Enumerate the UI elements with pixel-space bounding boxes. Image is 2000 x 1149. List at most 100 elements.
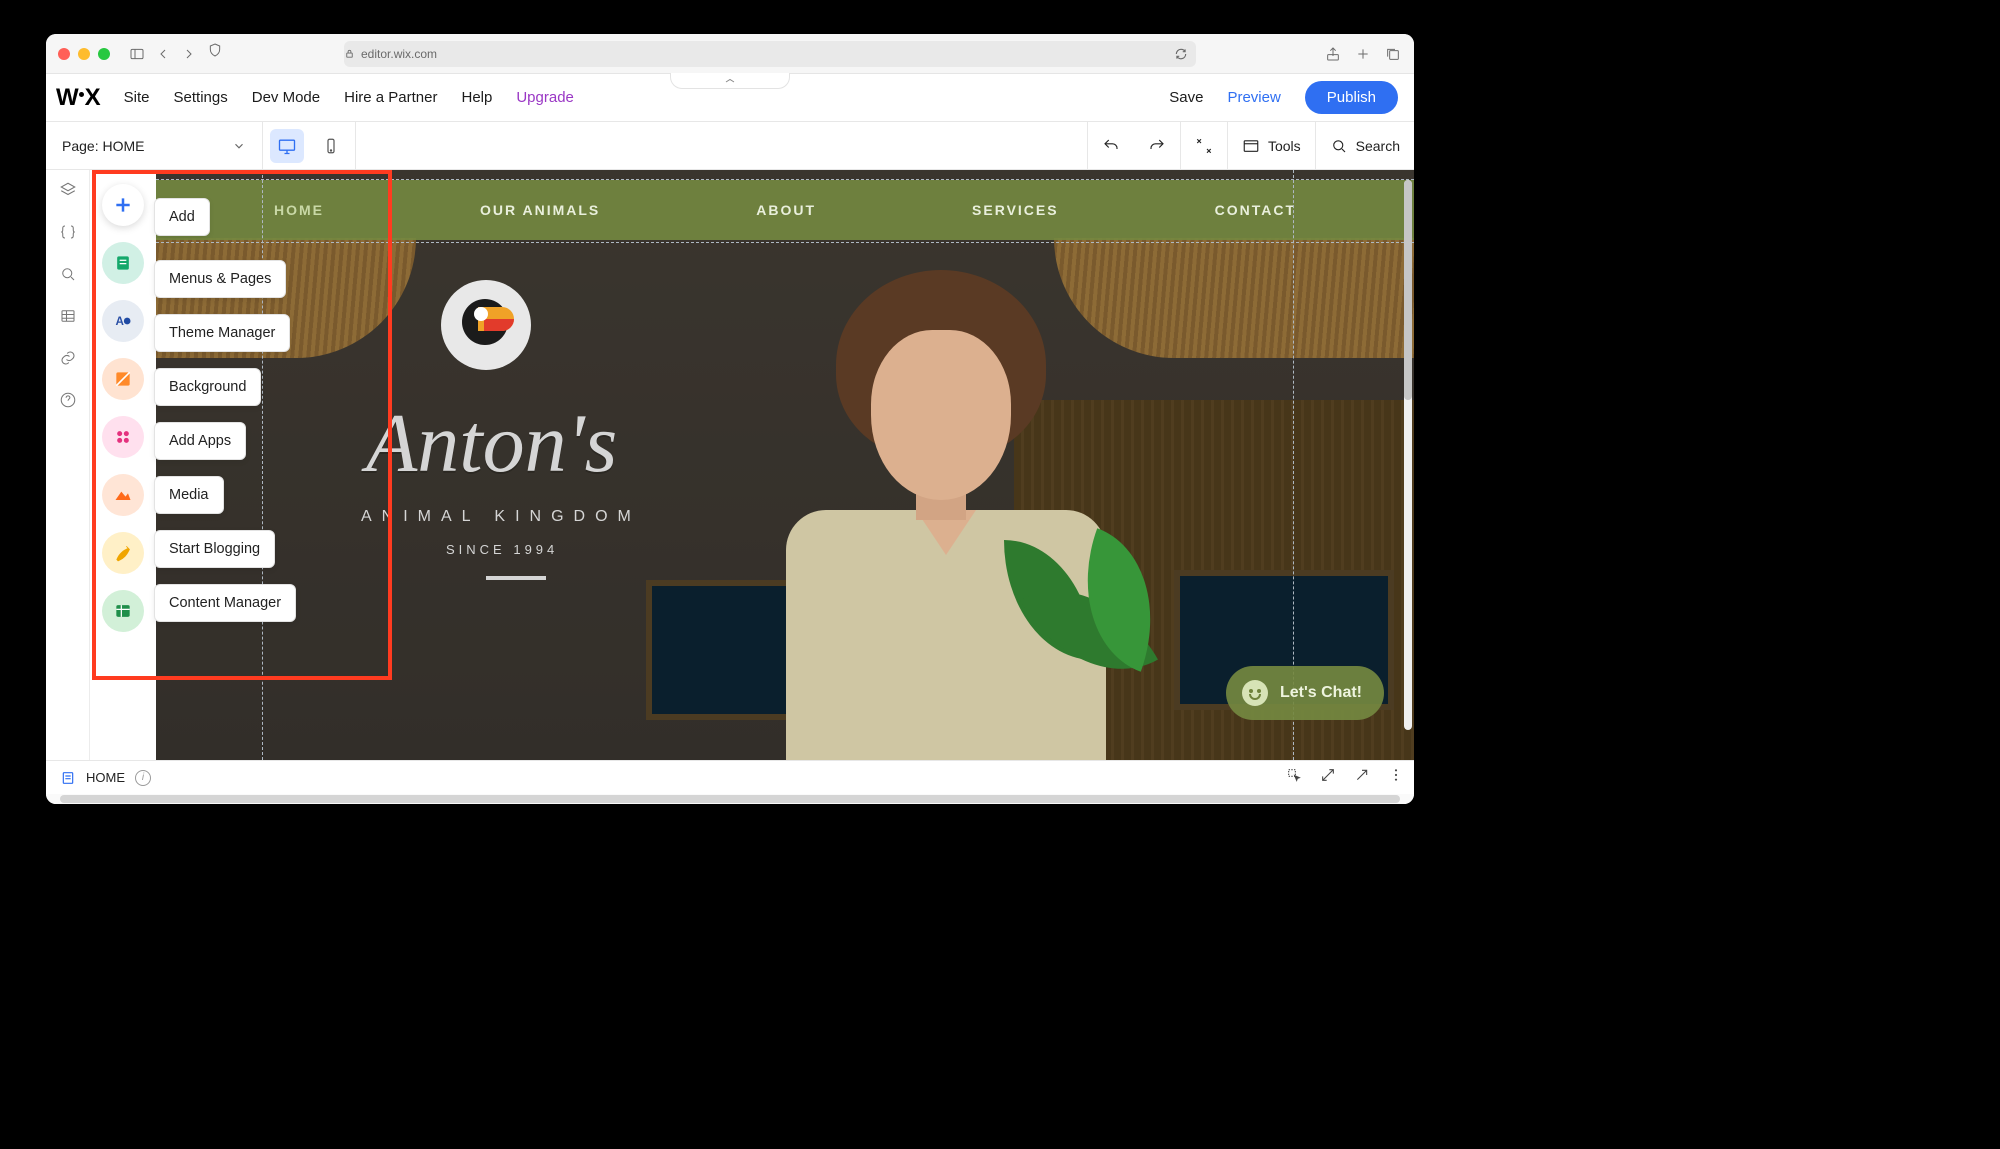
site-canvas[interactable]: HOME OUR ANIMALS ABOUT SERVICES CONTACT … — [156, 170, 1414, 760]
label-start-blogging[interactable]: Start Blogging — [154, 530, 275, 568]
share-icon[interactable] — [1324, 45, 1342, 63]
layers-icon[interactable] — [58, 180, 78, 200]
guide-left — [262, 170, 263, 760]
label-background[interactable]: Background — [154, 368, 261, 406]
mobile-view-button[interactable] — [314, 129, 348, 163]
tool-background-button[interactable] — [102, 358, 144, 400]
nav-services[interactable]: SERVICES — [972, 202, 1059, 218]
preview-button[interactable]: Preview — [1227, 89, 1280, 106]
open-external-icon[interactable] — [1354, 767, 1370, 788]
new-tab-icon[interactable] — [1354, 45, 1372, 63]
site-navigation: HOME OUR ANIMALS ABOUT SERVICES CONTACT — [156, 180, 1414, 240]
privacy-shield-icon[interactable] — [206, 41, 224, 59]
vertical-scrollbar[interactable] — [1404, 180, 1412, 730]
scene-plant — [1004, 540, 1164, 720]
menu-help[interactable]: Help — [461, 89, 492, 106]
label-menus-pages[interactable]: Menus & Pages — [154, 260, 286, 298]
nav-forward-icon[interactable] — [180, 45, 198, 63]
label-theme-manager[interactable]: Theme Manager — [154, 314, 290, 352]
menu-hire-partner[interactable]: Hire a Partner — [344, 89, 437, 106]
minimize-window-icon[interactable] — [78, 48, 90, 60]
menu-upgrade[interactable]: Upgrade — [516, 89, 574, 106]
tool-menus-pages-button[interactable] — [102, 242, 144, 284]
device-switch — [263, 122, 355, 169]
desktop-view-button[interactable] — [270, 129, 304, 163]
tools-button[interactable]: Tools — [1228, 122, 1315, 169]
tool-content-manager-button[interactable] — [102, 590, 144, 632]
site-logo[interactable] — [441, 280, 531, 370]
tool-theme-button[interactable]: A — [102, 300, 144, 342]
browser-chrome: editor.wix.com — [46, 34, 1414, 74]
label-add[interactable]: Add — [154, 198, 210, 236]
hero-since[interactable]: SINCE 1994 — [446, 542, 558, 557]
lock-icon — [344, 48, 355, 59]
toucan-icon — [456, 295, 516, 355]
menu-settings[interactable]: Settings — [174, 89, 228, 106]
hero-subtitle[interactable]: ANIMAL KINGDOM — [361, 508, 641, 526]
sidebar-toggle-icon[interactable] — [128, 45, 146, 63]
expand-icon[interactable] — [1320, 767, 1336, 788]
label-content-manager[interactable]: Content Manager — [154, 584, 296, 622]
nav-our-animals[interactable]: OUR ANIMALS — [480, 202, 600, 218]
tool-blog-button[interactable] — [102, 532, 144, 574]
refresh-icon[interactable] — [1174, 47, 1188, 61]
page-selector[interactable]: Page: HOME — [46, 122, 262, 169]
nav-home[interactable]: HOME — [274, 202, 324, 218]
tool-add-apps-button[interactable] — [102, 416, 144, 458]
close-window-icon[interactable] — [58, 48, 70, 60]
rail-search-icon[interactable] — [58, 264, 78, 284]
bottom-bar: HOME i — [46, 760, 1414, 794]
hero-title[interactable]: Anton's — [366, 395, 617, 492]
wix-top-menu: WX Site Settings Dev Mode Hire a Partner… — [46, 74, 1414, 122]
top-drawer-handle[interactable] — [670, 73, 790, 89]
vertical-scrollbar-thumb[interactable] — [1404, 180, 1412, 400]
horizontal-scrollbar-thumb[interactable] — [60, 795, 1401, 803]
tools-label: Tools — [1268, 138, 1301, 154]
maximize-window-icon[interactable] — [98, 48, 110, 60]
search-label: Search — [1356, 138, 1400, 154]
tabs-overview-icon[interactable] — [1384, 45, 1402, 63]
chat-button[interactable]: Let's Chat! — [1226, 666, 1384, 720]
page-current: HOME — [102, 138, 144, 154]
smiley-icon — [1242, 680, 1268, 706]
save-button[interactable]: Save — [1169, 89, 1203, 106]
address-bar[interactable]: editor.wix.com — [344, 41, 1196, 67]
help-icon[interactable] — [58, 390, 78, 410]
more-icon[interactable] — [1388, 767, 1404, 788]
page-prefix: Page: — [62, 138, 99, 154]
page-icon — [60, 770, 76, 786]
tool-media-button[interactable] — [102, 474, 144, 516]
page-selector-label: Page: HOME — [62, 138, 144, 154]
guide-nav-bottom — [156, 242, 1414, 243]
undo-button[interactable] — [1088, 122, 1134, 169]
database-icon[interactable] — [58, 306, 78, 326]
svg-text:A: A — [116, 315, 125, 328]
redo-button[interactable] — [1134, 122, 1180, 169]
horizontal-scrollbar[interactable] — [46, 794, 1414, 804]
hero-divider — [486, 576, 546, 580]
wix-logo[interactable]: WX — [56, 84, 100, 112]
select-tool-icon[interactable] — [1286, 767, 1302, 788]
info-icon[interactable]: i — [135, 770, 151, 786]
left-rail — [46, 170, 90, 760]
zoom-out-button[interactable] — [1181, 122, 1227, 169]
publish-button[interactable]: Publish — [1305, 81, 1398, 114]
browser-window: editor.wix.com WX Site Settings Dev Mode… — [46, 34, 1414, 804]
address-url: editor.wix.com — [361, 47, 437, 61]
tool-panel: A — [90, 170, 156, 760]
nav-contact[interactable]: CONTACT — [1215, 202, 1296, 218]
tool-add-button[interactable] — [102, 184, 144, 226]
browser-right-controls — [1324, 45, 1402, 63]
menu-dev-mode[interactable]: Dev Mode — [252, 89, 320, 106]
label-media[interactable]: Media — [154, 476, 224, 514]
search-button[interactable]: Search — [1316, 122, 1414, 169]
editor-workspace: A Add Menus & Pages Theme Manager Back — [46, 170, 1414, 760]
code-braces-icon[interactable] — [58, 222, 78, 242]
label-add-apps[interactable]: Add Apps — [154, 422, 246, 460]
link-icon[interactable] — [58, 348, 78, 368]
bottom-page-name[interactable]: HOME — [86, 770, 125, 785]
guide-top — [156, 179, 1414, 180]
nav-back-icon[interactable] — [154, 45, 172, 63]
menu-site[interactable]: Site — [124, 89, 150, 106]
nav-about[interactable]: ABOUT — [756, 202, 816, 218]
